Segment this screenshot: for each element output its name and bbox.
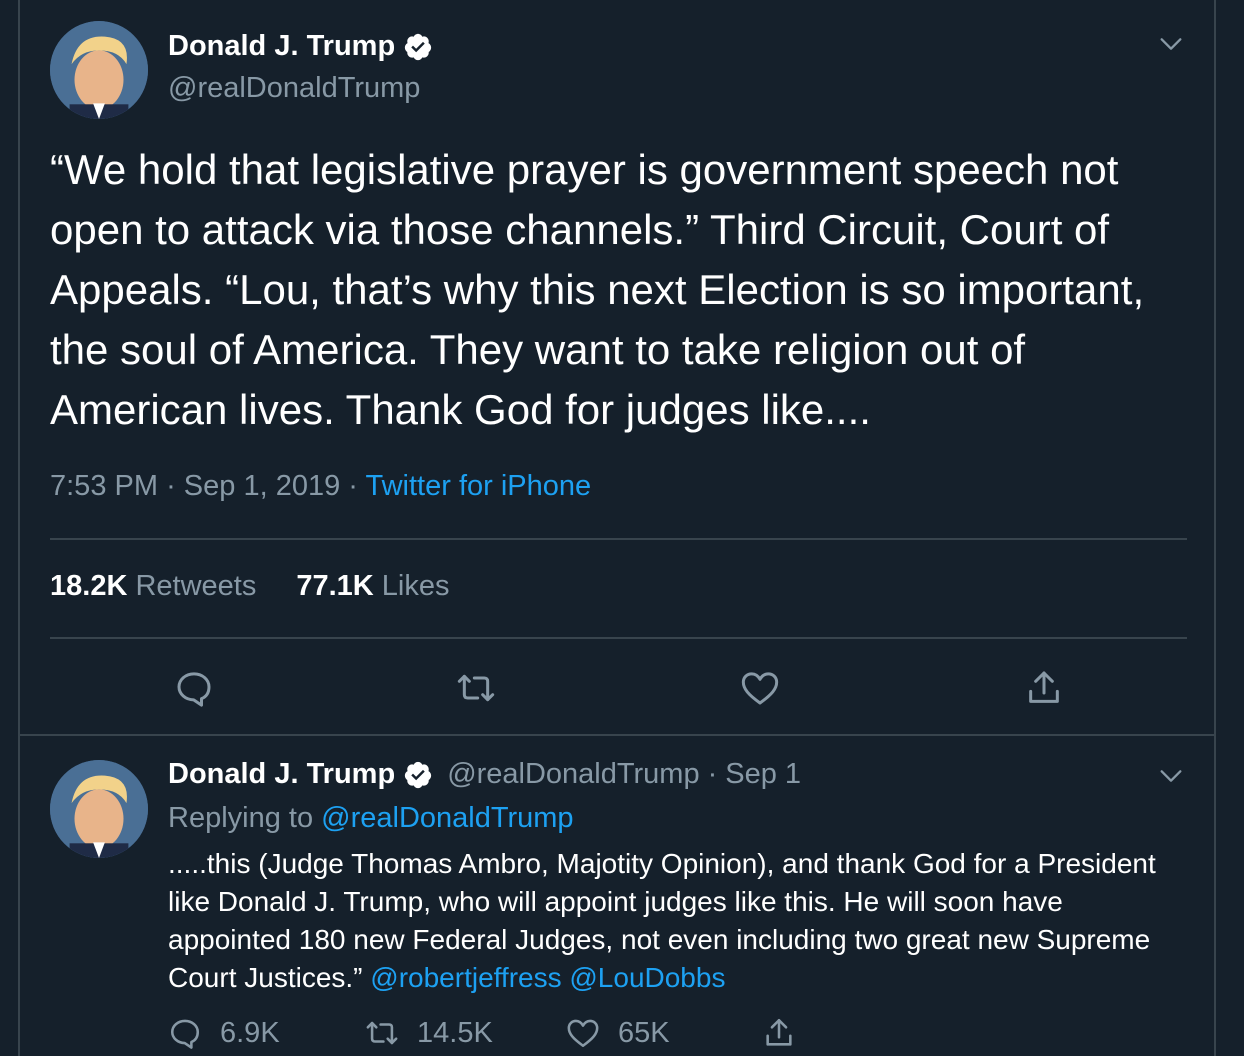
- replying-to-mention[interactable]: @realDonaldTrump: [321, 802, 573, 834]
- retweets-count: 14.5K: [417, 1016, 493, 1049]
- reply-text: .....this (Judge Thomas Ambro, Majotity …: [168, 845, 1178, 997]
- author-name-row: Donald J. Trump: [168, 30, 433, 63]
- reply-icon[interactable]: [174, 668, 214, 708]
- tweet-meta: 7:53 PM · Sep 1, 2019 · Twitter for iPho…: [50, 470, 591, 503]
- retweet-action[interactable]: 14.5K: [365, 1016, 493, 1050]
- reply-author-display-name[interactable]: Donald J. Trump: [168, 758, 395, 791]
- replies-count: 6.9K: [220, 1016, 280, 1049]
- retweets-label: Retweets: [135, 570, 257, 602]
- reply-date[interactable]: Sep 1: [725, 758, 801, 791]
- like-action[interactable]: 65K: [566, 1016, 670, 1050]
- likes-label: Likes: [381, 570, 450, 602]
- share-action[interactable]: [762, 1016, 814, 1050]
- main-tweet: Donald J. Trump @realDonaldTrump “We hol…: [20, 0, 1214, 736]
- retweets-count: 18.2K: [50, 570, 128, 602]
- author-display-name[interactable]: Donald J. Trump: [168, 30, 395, 63]
- profile-photo-icon: [50, 760, 148, 858]
- divider: [50, 538, 1187, 540]
- tweet-date[interactable]: Sep 1, 2019: [184, 470, 340, 502]
- share-icon[interactable]: [1024, 668, 1064, 708]
- reply-icon: [170, 1019, 200, 1049]
- replying-to: Replying to @realDonaldTrump: [168, 802, 574, 835]
- tweet-time[interactable]: 7:53 PM: [50, 470, 158, 502]
- chevron-down-icon[interactable]: [1157, 30, 1185, 58]
- divider: [50, 637, 1187, 639]
- tweet-text: “We hold that legislative prayer is gove…: [50, 146, 1145, 433]
- retweet-icon: [366, 1021, 398, 1045]
- profile-photo-icon: [50, 21, 148, 119]
- like-icon: [567, 1019, 599, 1048]
- mention-link[interactable]: @LouDobbs: [569, 962, 725, 993]
- like-icon[interactable]: [740, 668, 780, 708]
- replying-prefix: Replying to: [168, 802, 314, 834]
- mention-link[interactable]: @robertjeffress: [370, 962, 561, 993]
- reply-author-row: Donald J. Trump @realDonaldTrump · Sep 1: [168, 758, 801, 791]
- verified-badge-icon: [405, 761, 432, 788]
- tweet-stats: 18.2K Retweets 77.1K Likes: [50, 570, 450, 603]
- retweets-stat[interactable]: 18.2K Retweets: [50, 570, 256, 602]
- likes-stat[interactable]: 77.1K Likes: [296, 570, 449, 602]
- author-avatar[interactable]: [50, 21, 148, 119]
- verified-badge-icon: [405, 33, 432, 60]
- timeline-column: Donald J. Trump @realDonaldTrump “We hol…: [18, 0, 1216, 1056]
- likes-count: 77.1K: [296, 570, 374, 602]
- reply-action[interactable]: 6.9K: [168, 1016, 280, 1050]
- author-avatar[interactable]: [50, 760, 148, 858]
- meta-separator: ·: [166, 470, 176, 502]
- likes-count: 65K: [618, 1016, 670, 1049]
- chevron-down-icon[interactable]: [1157, 762, 1185, 790]
- share-icon: [766, 1018, 792, 1046]
- tweet-source-link[interactable]: Twitter for iPhone: [366, 470, 592, 502]
- author-handle[interactable]: @realDonaldTrump: [168, 72, 420, 105]
- meta-separator: ·: [707, 758, 718, 790]
- reply-author-handle[interactable]: @realDonaldTrump: [447, 758, 699, 791]
- meta-separator: ·: [348, 470, 358, 502]
- retweet-icon[interactable]: [456, 668, 496, 708]
